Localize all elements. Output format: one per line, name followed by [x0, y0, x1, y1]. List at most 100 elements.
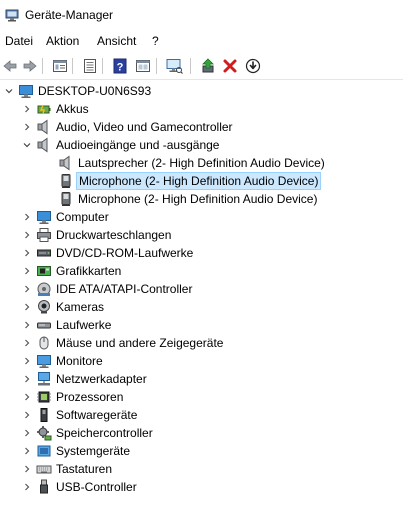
system-devices-icon: [36, 443, 52, 459]
svg-text:?: ?: [117, 62, 124, 74]
expand-chevron-icon[interactable]: [20, 226, 34, 244]
expand-chevron-icon[interactable]: [20, 388, 34, 406]
printer-icon: [36, 227, 52, 243]
tree-category-item[interactable]: Speichercontroller: [0, 424, 403, 442]
menu-help[interactable]: ?: [152, 34, 159, 48]
tree-item-label: IDE ATA/ATAPI-Controller: [56, 282, 193, 296]
tree-category-item[interactable]: Audio, Video und Gamecontroller: [0, 118, 403, 136]
tree-child-item[interactable]: Lautsprecher (2- High Definition Audio D…: [0, 154, 403, 172]
tree-category-item[interactable]: Druckwarteschlangen: [0, 226, 403, 244]
expand-chevron-icon[interactable]: [20, 424, 34, 442]
tree-category-item[interactable]: Netzwerkadapter: [0, 370, 403, 388]
tree-item-label: Softwaregeräte: [56, 408, 138, 422]
expand-chevron-icon[interactable]: [20, 280, 34, 298]
list-view-icon[interactable]: [80, 56, 100, 76]
menu-ansicht[interactable]: Ansicht: [97, 34, 136, 48]
window-title: Geräte-Manager: [25, 8, 114, 22]
expand-chevron-icon[interactable]: [20, 352, 34, 370]
tree-item-label: Mäuse und andere Zeigegeräte: [56, 336, 224, 350]
expand-chevron-icon[interactable]: [20, 370, 34, 388]
camera-icon: [36, 299, 52, 315]
tree-item-label: Kameras: [56, 300, 105, 314]
tree-item-label: Monitore: [56, 354, 103, 368]
expand-chevron-icon[interactable]: [20, 118, 34, 136]
tree-item-label: Netzwerkadapter: [56, 372, 147, 386]
expand-chevron-icon[interactable]: [20, 316, 34, 334]
toolbar-separator: [72, 58, 73, 74]
monitor-icon: [36, 353, 52, 369]
tree-item-label: Audioeingänge und -ausgänge: [56, 138, 220, 152]
collapse-chevron-icon[interactable]: [20, 136, 34, 154]
tree-item-label: Tastaturen: [56, 462, 113, 476]
network-adapter-icon: [36, 371, 52, 387]
tree-root-label: DESKTOP-U0N6S93: [38, 84, 152, 98]
tree-child-item[interactable]: Microphone (2- High Definition Audio Dev…: [0, 172, 403, 190]
expand-chevron-icon[interactable]: [20, 334, 34, 352]
tree-category-item[interactable]: Akkus: [0, 100, 403, 118]
tree-category-item[interactable]: USB-Controller: [0, 478, 403, 496]
tree-category-item[interactable]: Softwaregeräte: [0, 406, 403, 424]
toolbar: ?: [0, 53, 403, 80]
tree-item-label: Audio, Video und Gamecontroller: [56, 120, 233, 134]
tree-category-item[interactable]: Audioeingänge und -ausgänge: [0, 136, 403, 154]
details-view-icon[interactable]: [133, 56, 153, 76]
tree-item-label: Grafikkarten: [56, 264, 122, 278]
menu-datei[interactable]: Datei: [5, 34, 33, 48]
tree-category-item[interactable]: IDE ATA/ATAPI-Controller: [0, 280, 403, 298]
tree-item-label: Akkus: [56, 102, 89, 116]
expand-chevron-icon[interactable]: [20, 208, 34, 226]
menu-bar: Datei Aktion Ansicht ?: [0, 30, 403, 52]
update-driver-icon[interactable]: [198, 56, 218, 76]
tree-item-label: Computer: [56, 210, 109, 224]
tree-root[interactable]: DESKTOP-U0N6S93: [0, 82, 403, 100]
expand-chevron-icon[interactable]: [20, 100, 34, 118]
disk-drive-icon: [36, 317, 52, 333]
disable-device-icon[interactable]: [243, 56, 263, 76]
speaker-icon: [58, 155, 74, 171]
microphone-icon: [58, 173, 74, 189]
ide-controller-icon: [36, 281, 52, 297]
tree-category-item[interactable]: Kameras: [0, 298, 403, 316]
tree-category-item[interactable]: Laufwerke: [0, 316, 403, 334]
tree-child-item[interactable]: Microphone (2- High Definition Audio Dev…: [0, 190, 403, 208]
storage-controller-icon: [36, 425, 52, 441]
graphics-card-icon: [36, 263, 52, 279]
tree-category-item[interactable]: Tastaturen: [0, 460, 403, 478]
expand-chevron-icon[interactable]: [20, 298, 34, 316]
computer-icon: [36, 209, 52, 225]
back-arrow-icon[interactable]: [0, 56, 20, 76]
processor-icon: [36, 389, 52, 405]
help-icon[interactable]: ?: [110, 56, 130, 76]
tree-item-label: Speichercontroller: [56, 426, 153, 440]
expand-chevron-icon[interactable]: [20, 442, 34, 460]
tree-category-item[interactable]: Monitore: [0, 352, 403, 370]
properties-icon[interactable]: [50, 56, 70, 76]
device-manager-icon: [5, 8, 19, 22]
mouse-icon: [36, 335, 52, 351]
tree-item-label: USB-Controller: [56, 480, 137, 494]
tree-item-label: DVD/CD-ROM-Laufwerke: [56, 246, 194, 260]
tree-category-item[interactable]: Grafikkarten: [0, 262, 403, 280]
tree-item-label: Lautsprecher (2- High Definition Audio D…: [78, 156, 325, 170]
tree-category-item[interactable]: DVD/CD-ROM-Laufwerke: [0, 244, 403, 262]
menu-aktion[interactable]: Aktion: [46, 34, 79, 48]
expand-chevron-icon[interactable]: [20, 460, 34, 478]
forward-arrow-icon[interactable]: [20, 56, 40, 76]
collapse-chevron-icon[interactable]: [2, 82, 16, 100]
tree-category-item[interactable]: Mäuse und andere Zeigegeräte: [0, 334, 403, 352]
scan-monitor-icon[interactable]: [164, 56, 184, 76]
tree-item-label: Druckwarteschlangen: [56, 228, 172, 242]
title-bar: Geräte-Manager: [0, 0, 403, 30]
toolbar-separator: [42, 58, 43, 74]
tree-category-item[interactable]: Computer: [0, 208, 403, 226]
speaker-icon: [36, 119, 52, 135]
expand-chevron-icon[interactable]: [20, 244, 34, 262]
expand-chevron-icon[interactable]: [20, 406, 34, 424]
usb-icon: [36, 479, 52, 495]
expand-chevron-icon[interactable]: [20, 478, 34, 496]
microphone-icon: [58, 191, 74, 207]
expand-chevron-icon[interactable]: [20, 262, 34, 280]
tree-category-item[interactable]: Systemgeräte: [0, 442, 403, 460]
uninstall-icon[interactable]: [220, 56, 240, 76]
tree-category-item[interactable]: Prozessoren: [0, 388, 403, 406]
